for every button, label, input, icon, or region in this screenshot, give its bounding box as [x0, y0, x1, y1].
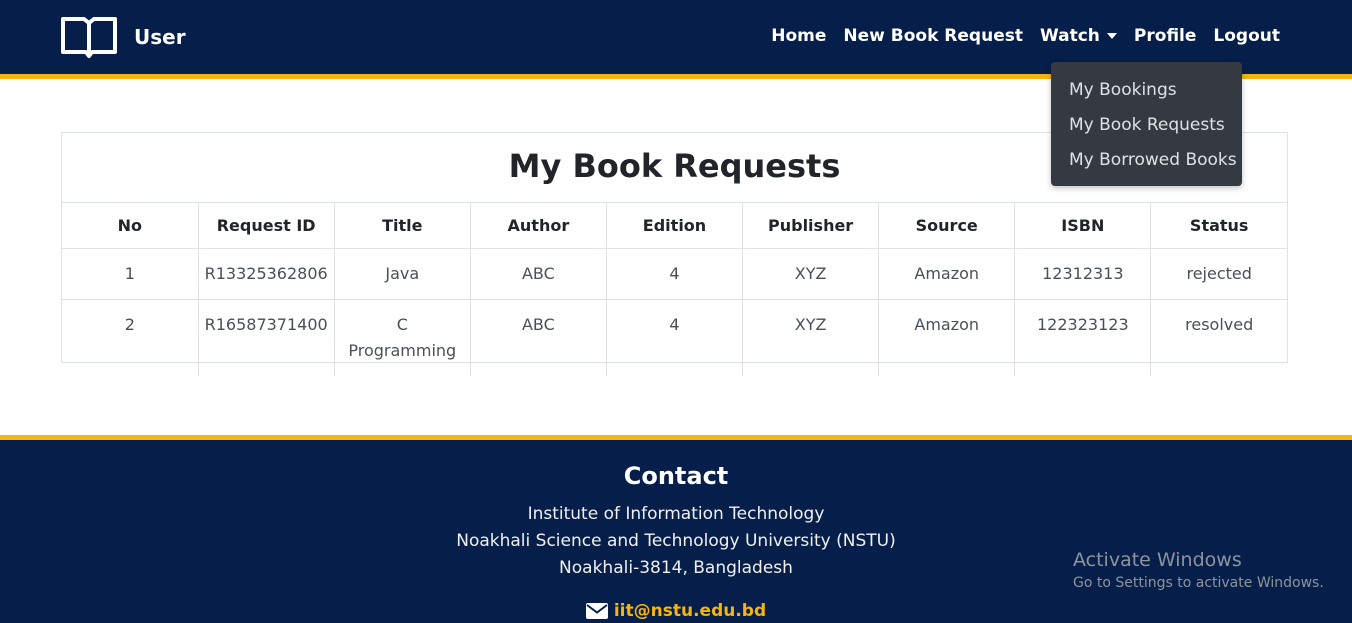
brand-title: User	[134, 25, 186, 49]
contact-title: Contact	[623, 462, 729, 490]
nav-profile-link[interactable]: Profile	[1134, 26, 1196, 46]
table-row: 1 R13325362806 Java ABC 4 XYZ Amazon 123…	[62, 248, 1287, 300]
dropdown-item-my-book-requests[interactable]: My Book Requests	[1051, 112, 1242, 147]
header-status: Status	[1150, 203, 1287, 249]
open-book-icon	[61, 17, 117, 58]
dropdown-item-my-borrowed-books[interactable]: My Borrowed Books	[1051, 147, 1242, 182]
brand[interactable]: User	[60, 14, 186, 60]
cell-edition: 4	[605, 248, 743, 300]
cell-status: rejected	[1150, 248, 1287, 300]
nav-home-link[interactable]: Home	[771, 26, 826, 46]
activate-windows-watermark: Activate Windows Go to Settings to activ…	[1073, 549, 1324, 591]
caret-down-icon	[1106, 33, 1117, 39]
cell-author: ABC	[469, 299, 607, 376]
cell-publisher: XYZ	[742, 248, 879, 300]
cell-isbn: 122323123	[1014, 299, 1151, 376]
cell-source: Amazon	[878, 299, 1015, 376]
header-author: Author	[469, 203, 607, 249]
header-edition: Edition	[605, 203, 743, 249]
email-contact: iit@nstu.edu.bd	[0, 601, 1352, 621]
nav-new-book-request-link[interactable]: New Book Request	[843, 26, 1023, 46]
cell-author: ABC	[469, 248, 607, 300]
address-line-university: Noakhali Science and Technology Universi…	[456, 531, 896, 551]
address-line-institute: Institute of Information Technology	[527, 504, 825, 524]
footer: Contact Institute of Information Technol…	[0, 435, 1352, 623]
table-row: 2 R16587371400 C Programming ABC 4 XYZ A…	[62, 299, 1287, 376]
table-header-row: No Request ID Title Author Edition Publi…	[62, 203, 1287, 249]
cell-edition: 4	[605, 299, 743, 376]
dropdown-item-my-bookings[interactable]: My Bookings	[1051, 77, 1242, 112]
cell-title: Java	[333, 248, 471, 300]
header-isbn: ISBN	[1014, 203, 1151, 249]
nav-logout-link[interactable]: Logout	[1213, 26, 1280, 46]
nav-watch-label: Watch	[1039, 26, 1100, 46]
book-requests-table: No Request ID Title Author Edition Publi…	[62, 203, 1287, 376]
cell-title: C Programming	[333, 299, 471, 376]
cell-no: 1	[62, 248, 199, 300]
header-source: Source	[878, 203, 1015, 249]
header-request-id: Request ID	[197, 203, 335, 249]
nav-links: Home New Book Request Watch Profile Logo…	[754, 26, 1280, 46]
nav-watch-dropdown-toggle[interactable]: Watch	[1040, 26, 1117, 46]
cell-status: resolved	[1150, 299, 1287, 376]
cell-request-id: R13325362806	[197, 248, 335, 300]
header-no: No	[62, 203, 199, 249]
activate-windows-subtitle: Go to Settings to activate Windows.	[1073, 575, 1324, 591]
header-title: Title	[333, 203, 471, 249]
cell-isbn: 12312313	[1014, 248, 1151, 300]
cell-no: 2	[124, 314, 135, 334]
header-publisher: Publisher	[742, 203, 879, 249]
cell-request-id: R16587371400	[197, 299, 335, 376]
cell-source: Amazon	[878, 248, 1015, 300]
watch-dropdown-menu: My Bookings My Book Requests My Borrowed…	[1051, 62, 1242, 186]
envelope-icon	[585, 603, 608, 619]
cell-publisher: XYZ	[742, 299, 879, 376]
email-link[interactable]: iit@nstu.edu.bd	[614, 601, 766, 621]
activate-windows-title: Activate Windows	[1073, 549, 1242, 571]
